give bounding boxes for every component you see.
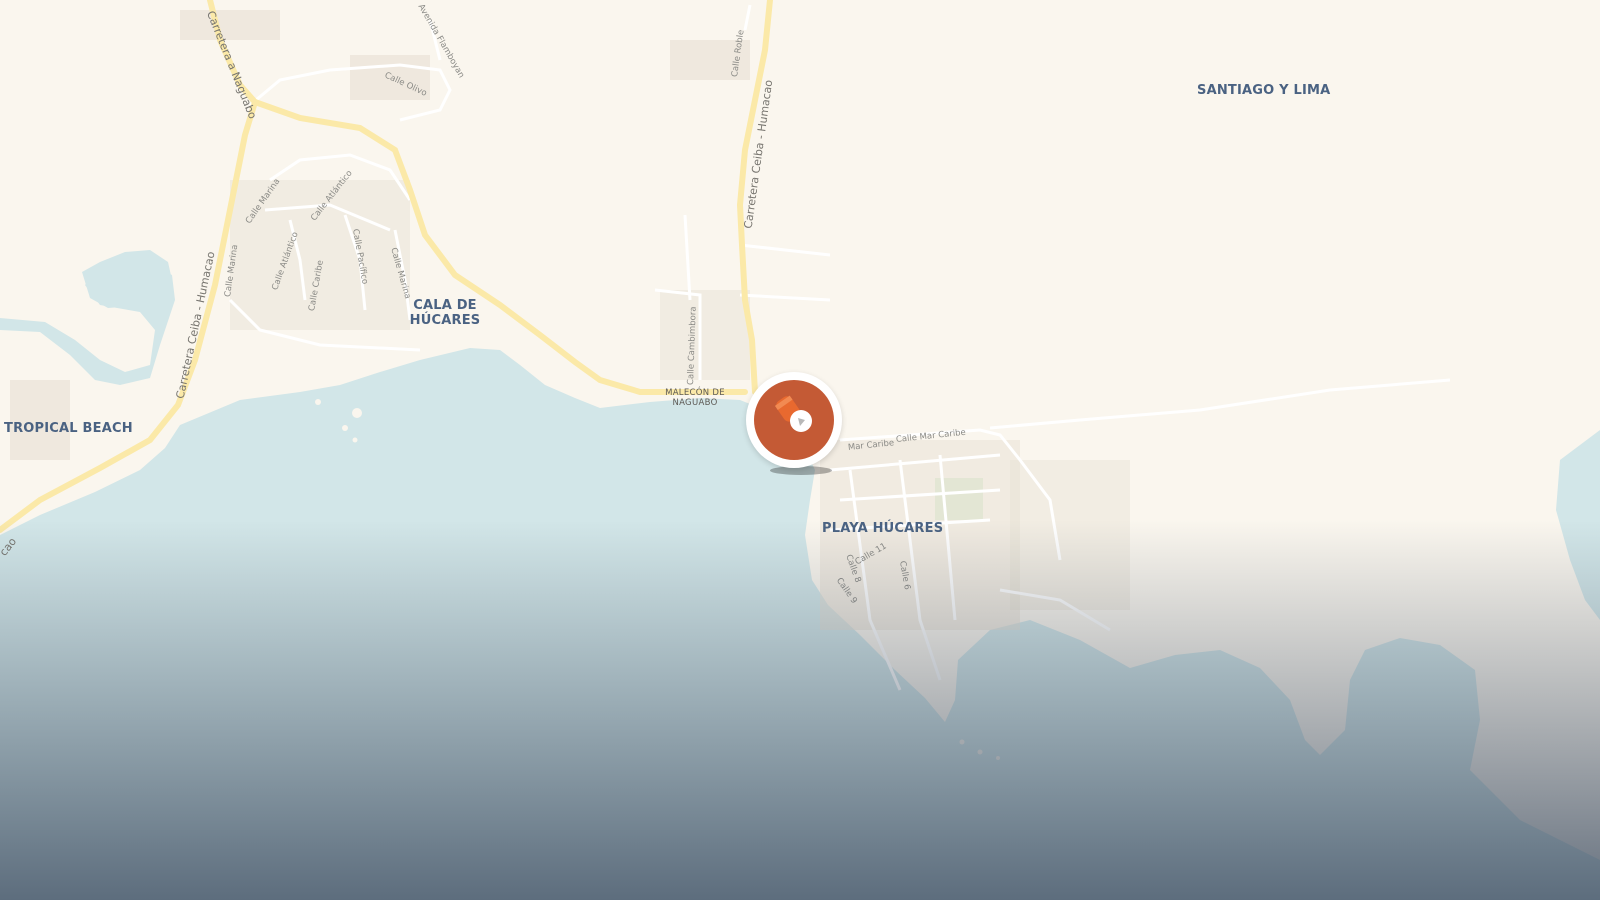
area-label-santiago-y-lima: SANTIAGO Y LIMA — [1197, 83, 1331, 98]
map-canvas[interactable]: Carretera a Naguabo Carretera Ceiba - Hu… — [0, 0, 1600, 900]
poi-label-malecon-de-naguabo: MALECÓN DE NAGUABO — [665, 388, 725, 408]
area-label-tropical-beach: TROPICAL BEACH — [4, 421, 133, 436]
location-marker[interactable] — [746, 372, 842, 468]
area-label-cala-de-hucares: CALA DE HÚCARES — [409, 298, 481, 328]
area-label-playa-hucares: PLAYA HÚCARES — [822, 521, 944, 536]
beach-toy-icon — [774, 395, 812, 432]
